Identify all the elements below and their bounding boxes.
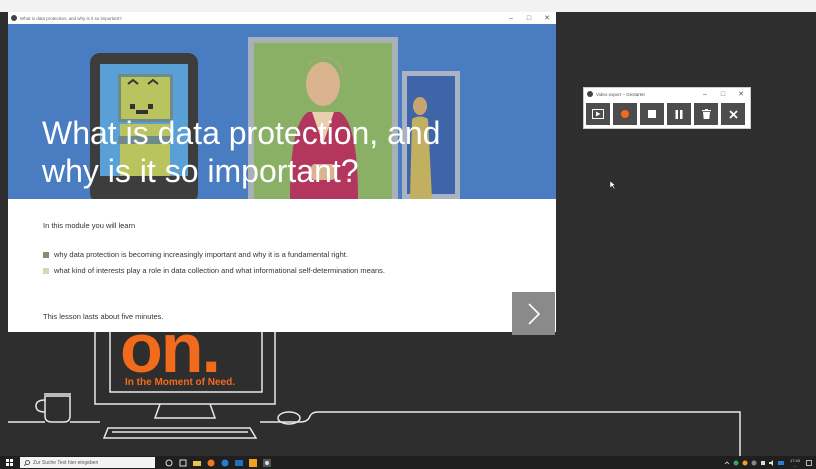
chevron-right-icon — [527, 302, 540, 325]
app-orange-icon[interactable] — [249, 458, 257, 467]
chevron-up-icon[interactable] — [724, 460, 730, 466]
delete-button[interactable] — [694, 103, 718, 125]
stop-button[interactable] — [640, 103, 664, 125]
recorder-title: Video export – Gestartet — [596, 91, 645, 97]
next-button[interactable] — [512, 292, 555, 335]
tray-app-icon[interactable] — [742, 460, 748, 466]
start-button[interactable] — [0, 456, 18, 469]
top-strip — [0, 0, 816, 12]
search-placeholder: Zur Suche Text hier eingeben — [33, 459, 99, 466]
file-explorer-icon[interactable] — [193, 459, 201, 467]
play-button[interactable] — [586, 103, 610, 125]
mouse-cursor-icon — [610, 181, 616, 189]
clock-date: ... — [793, 462, 797, 468]
app-icon — [587, 91, 593, 97]
language-icon[interactable] — [777, 460, 784, 466]
close-button[interactable]: ✕ — [538, 14, 556, 22]
trash-icon — [701, 109, 711, 119]
taskbar-search[interactable]: Zur Suche Text hier eingeben — [20, 457, 155, 468]
window-titlebar[interactable]: What is data protection, and why is it s… — [8, 12, 556, 24]
pause-button[interactable] — [667, 103, 691, 125]
clock[interactable]: 17:43 ... — [790, 458, 800, 468]
recorder-app-icon[interactable] — [263, 458, 271, 467]
hero-title-line-2: why is it so important? — [42, 153, 359, 189]
hero-title-line-1: What is data protection, and — [42, 115, 441, 151]
app-icon — [11, 15, 17, 21]
network-icon[interactable] — [760, 460, 766, 466]
firefox-icon[interactable] — [207, 459, 215, 467]
task-view-icon[interactable] — [165, 459, 173, 467]
close-button[interactable]: ✕ — [732, 90, 750, 98]
lesson-duration: This lesson lasts about five minutes. — [43, 312, 164, 321]
recorder-window: Video export – Gestartet – □ ✕ — [583, 87, 751, 129]
minimize-button[interactable]: – — [502, 15, 520, 22]
browser-icon[interactable] — [221, 459, 229, 467]
learning-objective-2: what kind of interests play a role in da… — [43, 266, 385, 275]
play-icon — [592, 109, 604, 119]
notifications-icon[interactable] — [806, 459, 812, 466]
bullet-marker — [43, 251, 49, 258]
taskbar-pinned-apps — [165, 458, 271, 467]
bullet-marker — [43, 267, 49, 274]
hero-banner: What is data protection, and why is it s… — [8, 24, 556, 199]
maximize-button[interactable]: □ — [714, 91, 732, 98]
window-title: What is data protection, and why is it s… — [20, 15, 122, 21]
lesson-content: In this module you will learn why data p… — [8, 199, 556, 335]
system-tray: 17:43 ... — [724, 458, 816, 468]
taskbar: Zur Suche Text hier eingeben 17:43 ... — [0, 456, 816, 469]
windows-logo-icon — [5, 459, 13, 466]
course-window: What is data protection, and why is it s… — [8, 12, 556, 335]
learning-objective-1: why data protection is becoming increasi… — [43, 250, 348, 259]
tray-app-icon[interactable] — [751, 460, 757, 466]
volume-icon[interactable] — [768, 459, 775, 466]
close-icon — [728, 109, 738, 119]
stop-icon — [648, 110, 656, 118]
search-icon — [24, 459, 30, 466]
hero-title: What is data protection, and why is it s… — [42, 114, 440, 190]
recorder-toolbar — [584, 100, 750, 128]
record-icon — [621, 110, 629, 118]
minimize-button[interactable]: – — [696, 91, 714, 98]
pause-icon — [675, 109, 683, 119]
recorder-titlebar[interactable]: Video export – Gestartet – □ ✕ — [584, 88, 750, 100]
record-button[interactable] — [613, 103, 637, 125]
lesson-intro: In this module you will learn — [43, 221, 136, 230]
learning-objective-text: why data protection is becoming increasi… — [54, 250, 348, 259]
cancel-button[interactable] — [721, 103, 745, 125]
tray-app-icon[interactable] — [733, 460, 739, 466]
brand-tagline: In the Moment of Need. — [125, 377, 235, 388]
multitask-icon[interactable] — [179, 459, 187, 467]
learning-objective-text: what kind of interests play a role in da… — [54, 266, 386, 275]
outlook-icon[interactable] — [235, 459, 243, 467]
maximize-button[interactable]: □ — [520, 15, 538, 22]
